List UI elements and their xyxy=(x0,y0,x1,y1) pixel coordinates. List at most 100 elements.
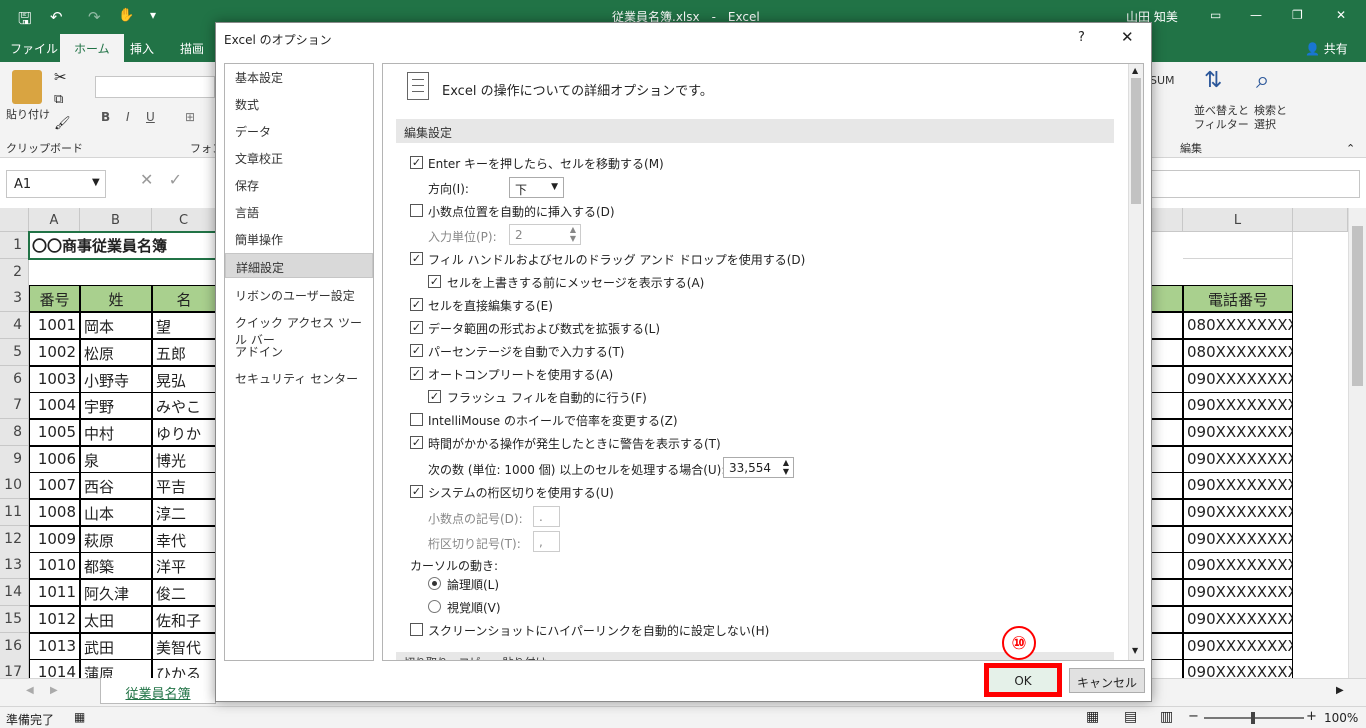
save-icon[interactable]: 🖫 xyxy=(18,8,32,35)
first-name-cell[interactable]: 佐和子 xyxy=(152,605,216,633)
last-name-cell[interactable]: 泉 xyxy=(80,445,152,473)
logical-radio[interactable] xyxy=(428,577,441,590)
autosum-button[interactable]: SUM xyxy=(1150,74,1175,87)
extend-format-checkbox[interactable]: ✓ xyxy=(410,321,423,334)
direction-select[interactable]: 下 ▼ xyxy=(509,177,564,198)
first-name-cell[interactable]: 博光 xyxy=(152,445,216,473)
select-all-corner[interactable] xyxy=(0,208,29,232)
first-name-cell[interactable]: 平吉 xyxy=(152,472,216,500)
first-name-cell[interactable]: 望 xyxy=(152,312,216,340)
employee-number-cell[interactable]: 1012 xyxy=(29,605,80,633)
normal-view-icon[interactable]: ▦ xyxy=(1086,709,1099,725)
phone-cell[interactable]: 090XXXXXXXX xyxy=(1183,552,1293,580)
cell[interactable] xyxy=(1183,258,1293,286)
scroll-up-icon[interactable]: ▲ xyxy=(1132,66,1138,75)
employee-number-cell[interactable]: 1008 xyxy=(29,499,80,526)
options-scrollbar[interactable]: ▲ ▼ xyxy=(1128,64,1143,660)
row-header[interactable]: 12 xyxy=(0,525,29,553)
first-name-cell[interactable]: みやこ xyxy=(152,392,216,420)
first-name-cell[interactable]: ゆりか xyxy=(152,418,216,446)
employee-number-cell[interactable]: 1002 xyxy=(29,338,80,366)
phone-cell[interactable]: 090XXXXXXXX xyxy=(1183,525,1293,553)
phone-cell[interactable]: 090XXXXXXXX xyxy=(1183,632,1293,660)
phone-cell[interactable]: 090XXXXXXXX xyxy=(1183,472,1293,500)
overwrite-msg-checkbox[interactable]: ✓ xyxy=(428,275,441,288)
last-name-cell[interactable]: 太田 xyxy=(80,605,152,633)
phone-cell[interactable]: 080XXXXXXXX xyxy=(1183,338,1293,366)
minimize-icon[interactable]: — xyxy=(1250,8,1262,22)
formula-input[interactable] xyxy=(1150,170,1360,198)
row-header[interactable]: 4 xyxy=(0,312,29,340)
row-header[interactable]: 8 xyxy=(0,418,29,446)
nav-item-customize-ribbon[interactable]: リボンのユーザー設定 xyxy=(225,282,373,307)
row-header[interactable]: 1 xyxy=(0,232,29,259)
last-name-cell[interactable]: 小野寺 xyxy=(80,365,152,393)
first-name-cell[interactable]: 洋平 xyxy=(152,552,216,580)
cell[interactable] xyxy=(1150,499,1183,526)
employee-number-cell[interactable]: 1005 xyxy=(29,418,80,446)
tab-insert[interactable]: 挿入 xyxy=(130,40,154,57)
row-header[interactable]: 7 xyxy=(0,392,29,420)
name-box[interactable]: A1 xyxy=(6,170,106,198)
zoom-out-icon[interactable]: − xyxy=(1188,709,1199,724)
underline-button[interactable]: U xyxy=(146,110,155,124)
employee-number-cell[interactable]: 1003 xyxy=(29,365,80,393)
table-header-cell[interactable]: 電話番号 xyxy=(1183,285,1293,313)
table-header-cell[interactable] xyxy=(1150,285,1183,313)
autocomplete-checkbox[interactable]: ✓ xyxy=(410,367,423,380)
undo-icon[interactable]: ↶ xyxy=(50,8,63,26)
row-header[interactable]: 15 xyxy=(0,605,29,633)
column-header-k[interactable] xyxy=(1150,208,1183,232)
row-header[interactable]: 13 xyxy=(0,552,29,580)
share-button[interactable]: 👤 共有 xyxy=(1305,40,1348,57)
cell[interactable] xyxy=(1150,605,1183,633)
nav-item-addins[interactable]: アドイン xyxy=(225,338,373,363)
employee-number-cell[interactable]: 1009 xyxy=(29,525,80,553)
phone-cell[interactable]: 090XXXXXXXX xyxy=(1183,392,1293,420)
column-header-m[interactable] xyxy=(1293,208,1348,232)
nav-item-proofing[interactable]: 文章校正 xyxy=(225,145,373,170)
column-header-c[interactable]: C xyxy=(152,208,216,232)
enter-move-checkbox[interactable]: ✓ xyxy=(410,156,423,169)
auto-percent-checkbox[interactable]: ✓ xyxy=(410,344,423,357)
screenshot-link-checkbox[interactable] xyxy=(410,623,423,636)
collapse-ribbon-icon[interactable]: ⌃ xyxy=(1346,142,1355,155)
redo-icon[interactable]: ↷ xyxy=(88,8,101,26)
employee-number-cell[interactable]: 1011 xyxy=(29,579,80,607)
nav-item-accessibility[interactable]: 簡単操作 xyxy=(225,226,373,251)
employee-number-cell[interactable]: 1006 xyxy=(29,445,80,473)
sheet-title-cell[interactable]: 〇〇商事従業員名簿 xyxy=(29,232,216,259)
last-name-cell[interactable]: 山本 xyxy=(80,499,152,526)
format-painter-icon[interactable]: 🖌 xyxy=(54,116,71,131)
dialog-close-button[interactable]: ✕ xyxy=(1121,28,1134,46)
phone-cell[interactable]: 090XXXXXXXX xyxy=(1183,445,1293,473)
copy-icon[interactable]: ⧉ xyxy=(54,92,63,107)
row-header[interactable]: 16 xyxy=(0,632,29,660)
row-header[interactable]: 3 xyxy=(0,285,29,313)
system-sep-checkbox[interactable]: ✓ xyxy=(410,485,423,498)
last-name-cell[interactable]: 阿久津 xyxy=(80,579,152,607)
confirm-entry-icon[interactable]: ✓ xyxy=(169,170,182,189)
cell[interactable] xyxy=(1150,445,1183,473)
nav-item-quick-access[interactable]: クイック アクセス ツール バー xyxy=(225,309,373,347)
nav-item-language[interactable]: 言語 xyxy=(225,199,373,224)
paste-button[interactable]: 貼り付け xyxy=(6,106,50,122)
phone-cell[interactable]: 080XXXXXXXX xyxy=(1183,312,1293,340)
restore-icon[interactable]: ❐ xyxy=(1292,8,1303,22)
row-header[interactable]: 6 xyxy=(0,365,29,393)
cell[interactable] xyxy=(29,258,216,286)
page-break-icon[interactable]: ▥ xyxy=(1160,709,1173,725)
cancel-entry-icon[interactable]: ✕ xyxy=(140,170,153,189)
nav-item-general[interactable]: 基本設定 xyxy=(225,64,373,89)
ribbon-display-icon[interactable]: ▭ xyxy=(1210,8,1221,22)
row-header[interactable]: 11 xyxy=(0,499,29,526)
last-name-cell[interactable]: 中村 xyxy=(80,418,152,446)
ok-button[interactable]: OK xyxy=(984,663,1062,697)
cells-spinner[interactable]: 33,554 ▲ ▼ xyxy=(723,457,794,478)
search-icon[interactable]: ⌕ xyxy=(1256,66,1269,94)
font-name-select[interactable] xyxy=(95,76,215,98)
employee-number-cell[interactable]: 1001 xyxy=(29,312,80,340)
employee-number-cell[interactable]: 1007 xyxy=(29,472,80,500)
nav-item-trust-center[interactable]: セキュリティ センター xyxy=(225,365,373,390)
zoom-slider-thumb[interactable] xyxy=(1251,712,1255,724)
